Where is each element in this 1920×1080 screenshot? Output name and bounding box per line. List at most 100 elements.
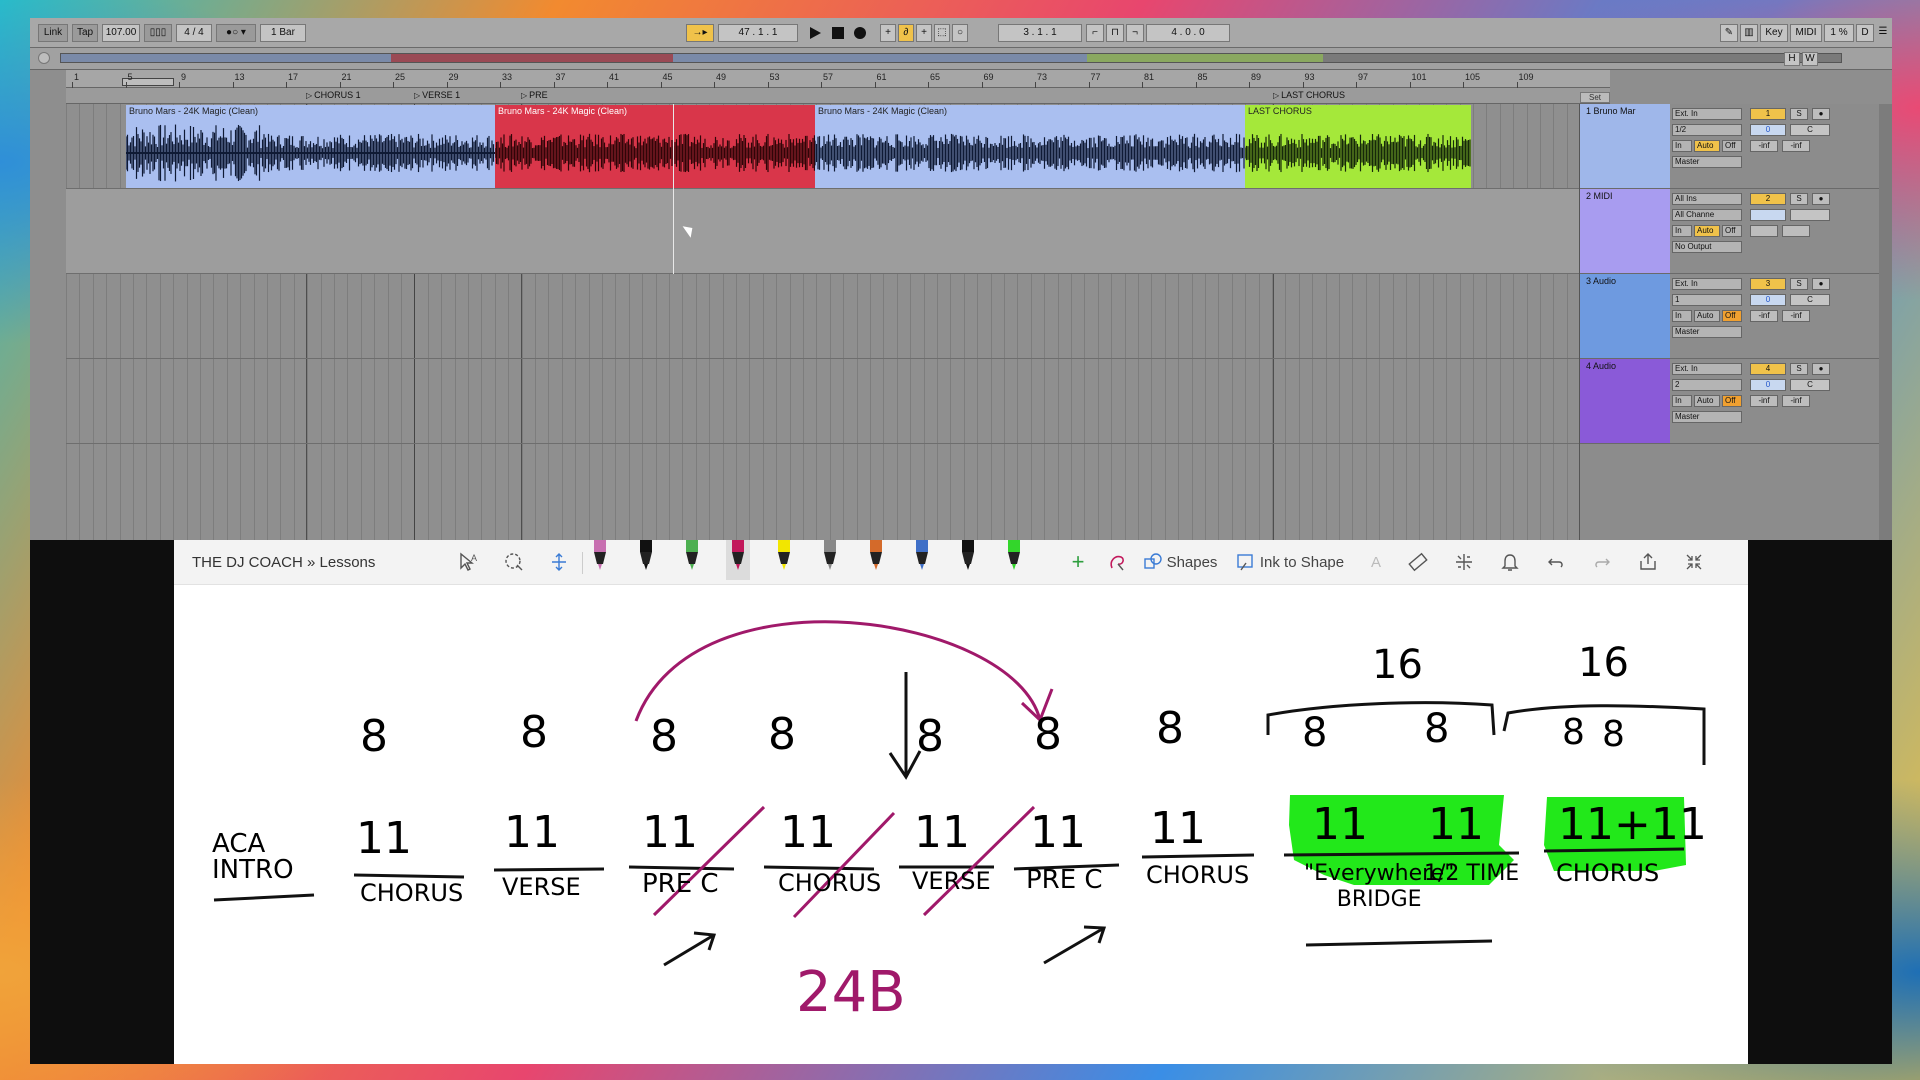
tempo-field[interactable]: 107.00 xyxy=(102,24,140,42)
set-label[interactable]: Set xyxy=(1580,92,1610,103)
monitor-off-button[interactable]: Off xyxy=(1722,225,1742,237)
track-activator[interactable]: 2 xyxy=(1750,193,1786,205)
overview-w-button[interactable]: W xyxy=(1802,52,1818,66)
volume-field[interactable]: 0 xyxy=(1750,124,1786,136)
locator-verse-1[interactable]: VERSE 1 xyxy=(414,90,460,100)
type-select-icon[interactable]: A xyxy=(454,548,484,576)
undo-icon[interactable] xyxy=(1542,548,1570,576)
pen-10-icon[interactable] xyxy=(1002,540,1026,580)
pen-1-icon[interactable] xyxy=(588,540,612,580)
lane-empty[interactable] xyxy=(66,444,1610,529)
track-color-strip[interactable]: 4 Audio xyxy=(1580,359,1670,443)
song-position-field[interactable]: 47 . 1 . 1 xyxy=(718,24,798,42)
output-dropdown[interactable]: Master xyxy=(1672,326,1742,338)
monitor-auto-button[interactable]: Auto xyxy=(1694,395,1720,407)
track-scrollbar[interactable] xyxy=(1879,104,1892,540)
track-activator[interactable]: 1 xyxy=(1750,108,1786,120)
monitor-off-button[interactable]: Off xyxy=(1722,310,1742,322)
clip-audio-2[interactable]: Bruno Mars - 24K Magic (Clean) xyxy=(495,105,815,188)
draw-mode-icon[interactable]: ✎ xyxy=(1720,24,1738,42)
beat-time-ruler[interactable]: 1 5 9 13 17 21 25 29 33 37 41 45 49 53 57 61 65 69 73 77 81 8… xyxy=(66,70,1610,88)
monitor-auto-button[interactable]: Auto xyxy=(1694,225,1720,237)
re-enable-automation-icon[interactable]: + xyxy=(916,24,932,42)
loop-start-field[interactable]: 3 . 1 . 1 xyxy=(998,24,1082,42)
track-color-strip[interactable]: 1 Bruno Mar xyxy=(1580,104,1670,188)
pen-4-icon[interactable] xyxy=(726,540,750,580)
track-name[interactable]: 2 MIDI xyxy=(1586,191,1613,201)
volume-field[interactable]: 0 xyxy=(1750,379,1786,391)
lasso-select-icon[interactable] xyxy=(499,548,529,576)
automation-arm-icon[interactable]: ∂ xyxy=(898,24,914,42)
monitor-in-button[interactable]: In xyxy=(1672,140,1692,152)
stop-icon[interactable] xyxy=(832,27,844,39)
metronome-icon[interactable]: ●○ ▾ xyxy=(216,24,256,42)
clip-audio-3[interactable]: Bruno Mars - 24K Magic (Clean) xyxy=(815,105,1245,188)
menu-icon[interactable]: ☰ xyxy=(1876,24,1890,42)
time-signature-field[interactable]: 4 / 4 xyxy=(176,24,212,42)
notifications-icon[interactable] xyxy=(1496,548,1524,576)
track-name[interactable]: 1 Bruno Mar xyxy=(1586,106,1636,116)
solo-button[interactable]: S xyxy=(1790,108,1808,120)
input-channel-dropdown[interactable]: All Channe xyxy=(1672,209,1742,221)
input-channel-dropdown[interactable]: 1 xyxy=(1672,294,1742,306)
monitor-in-button[interactable]: In xyxy=(1672,310,1692,322)
clip-audio-4[interactable]: LAST CHORUS xyxy=(1245,105,1471,188)
loop-switch-icon[interactable]: ⊓ xyxy=(1106,24,1124,42)
collapse-icon[interactable] xyxy=(1680,548,1708,576)
output-dropdown[interactable]: No Output xyxy=(1672,241,1742,253)
add-pen-icon[interactable]: + xyxy=(1064,548,1092,576)
arm-record-icon[interactable]: ● xyxy=(1812,108,1830,120)
arrangement-overview[interactable]: H W xyxy=(30,48,1892,70)
locator-bar[interactable]: CHORUS 1 VERSE 1 PRE LAST CHORUS xyxy=(66,88,1610,104)
locator-last-chorus[interactable]: LAST CHORUS xyxy=(1273,90,1345,100)
pan-field[interactable] xyxy=(1790,209,1830,221)
play-icon[interactable] xyxy=(810,27,821,39)
locator-pre[interactable]: PRE xyxy=(521,90,548,100)
tap-button[interactable]: Tap xyxy=(72,24,98,42)
ink-to-shape-button[interactable]: Ink to Shape xyxy=(1234,548,1346,576)
quantize-dropdown[interactable]: 1 Bar xyxy=(260,24,306,42)
track-name[interactable]: 3 Audio xyxy=(1586,276,1616,286)
track-activator[interactable]: 4 xyxy=(1750,363,1786,375)
breadcrumb[interactable]: THE DJ COACH » Lessons xyxy=(192,554,375,571)
link-button[interactable]: Link xyxy=(38,24,68,42)
capture-icon[interactable]: ⬚ xyxy=(934,24,950,42)
pen-6-icon[interactable] xyxy=(818,540,842,580)
track-color-strip[interactable]: 2 MIDI xyxy=(1580,189,1670,273)
nudge-icon[interactable]: ▯▯▯ xyxy=(144,24,172,42)
track-color-strip[interactable]: 3 Audio xyxy=(1580,274,1670,358)
output-dropdown[interactable]: Master xyxy=(1672,156,1742,168)
track-header-3[interactable]: 3 Audio Ext. In 1 In Auto Off Master 3 S… xyxy=(1580,274,1892,359)
monitor-auto-button[interactable]: Auto xyxy=(1694,140,1720,152)
pen-3-icon[interactable] xyxy=(680,540,704,580)
lane-track-2[interactable] xyxy=(66,189,1610,274)
pan-field[interactable]: C xyxy=(1790,379,1830,391)
input-type-dropdown[interactable]: Ext. In xyxy=(1672,108,1742,120)
solo-button[interactable]: S xyxy=(1790,278,1808,290)
arm-record-icon[interactable]: ● xyxy=(1812,363,1830,375)
monitor-auto-button[interactable]: Auto xyxy=(1694,310,1720,322)
volume-field[interactable]: 0 xyxy=(1750,294,1786,306)
track-name[interactable]: 4 Audio xyxy=(1586,361,1616,371)
follow-icon[interactable]: →▸ xyxy=(686,24,714,42)
solo-button[interactable]: S xyxy=(1790,193,1808,205)
pan-field[interactable]: C xyxy=(1790,124,1830,136)
input-channel-dropdown[interactable]: 2 xyxy=(1672,379,1742,391)
key-map-button[interactable]: Key xyxy=(1760,24,1788,42)
monitor-in-button[interactable]: In xyxy=(1672,395,1692,407)
pen-5-icon[interactable] xyxy=(772,540,796,580)
pen-8-icon[interactable] xyxy=(910,540,934,580)
overdub-icon[interactable]: + xyxy=(880,24,896,42)
lane-track-4[interactable] xyxy=(66,359,1610,444)
input-type-dropdown[interactable]: Ext. In xyxy=(1672,278,1742,290)
overview-zoom-icon[interactable] xyxy=(38,52,50,64)
arrangement-view[interactable]: Bruno Mars - 24K Magic (Clean) Bruno Mar… xyxy=(66,104,1610,540)
lane-track-3[interactable] xyxy=(66,274,1610,359)
solo-button[interactable]: S xyxy=(1790,363,1808,375)
note-canvas[interactable]: ACA INTRO 8 8 8 8 8 8 8 8 8 8 8 16 16 11… xyxy=(174,585,1748,1064)
monitor-off-button[interactable]: Off xyxy=(1722,395,1742,407)
input-type-dropdown[interactable]: All Ins xyxy=(1672,193,1742,205)
loop-length-field[interactable]: 4 . 0 . 0 xyxy=(1146,24,1230,42)
pen-7-icon[interactable] xyxy=(864,540,888,580)
lane-track-1[interactable]: Bruno Mars - 24K Magic (Clean) Bruno Mar… xyxy=(66,104,1610,189)
